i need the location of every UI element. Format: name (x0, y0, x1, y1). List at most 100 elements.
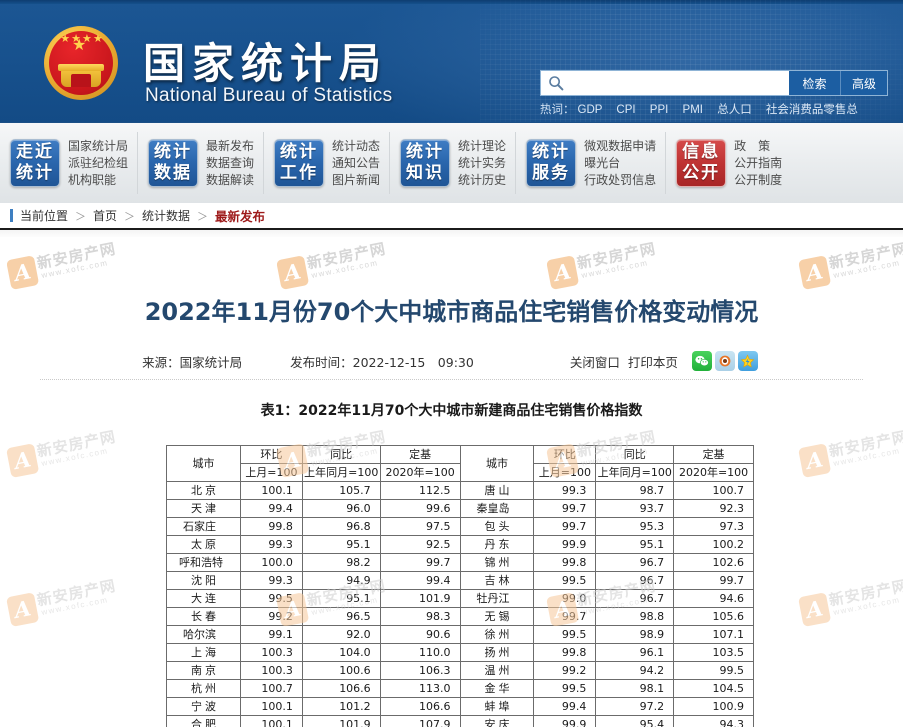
subheader-mom-base-right: 上月=100 (533, 463, 597, 482)
cell-mom-right-7: 99.7 (533, 607, 597, 626)
advanced-search-button[interactable]: 高级 (841, 71, 887, 95)
nav-link-data-2[interactable]: 数据解读 (206, 172, 254, 189)
cell-city-left-7: 长春 (166, 607, 241, 626)
watermark-logo-icon: A (276, 255, 310, 291)
article-source: 来源：国家统计局 (142, 354, 243, 370)
nav-badge-data[interactable]: 统计 数据 (148, 139, 199, 187)
nav-link-about-2[interactable]: 机构职能 (68, 172, 128, 189)
nav-link-service-0[interactable]: 微观数据申请 (584, 138, 656, 155)
nav-badge-disclosure[interactable]: 信息 公开 (676, 139, 727, 187)
watermark: A 新安房产网 www.xofc.com (5, 234, 128, 296)
nav-link-service-1[interactable]: 曝光台 (584, 155, 656, 172)
breadcrumb-separator-1: ＞ (75, 210, 87, 223)
hot-word-retail[interactable]: 社会消费品零售总 (766, 104, 858, 116)
nav-link-disclosure-0[interactable]: 政 策 (734, 138, 782, 155)
cell-fixed-left-4: 99.7 (379, 553, 461, 572)
cell-fixed-right-11: 104.5 (673, 679, 754, 698)
nav-badge-knowledge[interactable]: 统计 知识 (400, 139, 451, 187)
nav-badge-service-line1: 统计 (532, 142, 571, 162)
table-row: 哈尔滨 99.1 92.0 90.6 徐州 99.5 98.9 107.1 (166, 625, 754, 644)
weibo-share-icon[interactable] (714, 351, 735, 371)
nav-link-work-0[interactable]: 统计动态 (332, 138, 380, 155)
nav-badge-data-line2: 数据 (154, 163, 193, 183)
nav-link-knowledge-1[interactable]: 统计实务 (458, 155, 506, 172)
table-head: 城市 环比 同比 定基 城市 环比 同比 定基 上月=100 上年同月=100 … (166, 445, 754, 482)
close-window-button[interactable]: 关闭窗口 (570, 352, 620, 371)
cell-city-right-0: 唐山 (459, 481, 535, 500)
watermark-logo-icon: A (546, 255, 580, 291)
cell-yoy-left-3: 95.1 (301, 535, 381, 554)
cell-fixed-right-2: 97.3 (673, 517, 754, 536)
watermark-url: www.xofc.com (40, 258, 110, 280)
header-fixed-right: 定基 (673, 445, 754, 464)
cell-yoy-right-2: 95.3 (595, 517, 675, 536)
breadcrumb-item-home[interactable]: 首页 (93, 207, 117, 224)
cell-fixed-right-10: 99.5 (673, 661, 754, 680)
watermark-text: 新安房产网 (575, 239, 658, 273)
nav-link-service-2[interactable]: 行政处罚信息 (584, 172, 656, 189)
cell-yoy-right-13: 95.4 (595, 715, 675, 727)
cell-city-left-6: 大连 (166, 589, 241, 608)
cell-city-right-4: 锦州 (459, 553, 535, 572)
cell-yoy-right-9: 96.1 (595, 643, 675, 662)
hot-word-pmi[interactable]: PMI (683, 104, 703, 116)
nav-link-disclosure-1[interactable]: 公开指南 (734, 155, 782, 172)
cell-yoy-left-2: 96.8 (301, 517, 381, 536)
cell-fixed-left-7: 98.3 (379, 607, 461, 626)
cell-fixed-left-9: 110.0 (379, 643, 461, 662)
watermark-url: www.xofc.com (832, 446, 902, 468)
nav-link-about-1[interactable]: 派驻纪检组 (68, 155, 128, 172)
search-button[interactable]: 检索 (789, 71, 841, 95)
table-row: 石家庄 99.8 96.8 97.5 包头 99.7 95.3 97.3 (166, 517, 754, 536)
cell-fixed-right-7: 105.6 (673, 607, 754, 626)
nav-link-data-0[interactable]: 最新发布 (206, 138, 254, 155)
cell-yoy-right-6: 96.7 (595, 589, 675, 608)
cell-mom-left-6: 99.5 (239, 589, 303, 608)
cell-fixed-right-6: 94.6 (673, 589, 754, 608)
nav-link-disclosure-2[interactable]: 公开制度 (734, 172, 782, 189)
nav-link-work-2[interactable]: 图片新闻 (332, 172, 380, 189)
cell-mom-left-0: 100.1 (239, 481, 303, 500)
watermark-url: www.xofc.com (310, 258, 380, 280)
hot-words-label: 热词： (540, 104, 575, 116)
cell-city-left-3: 太原 (166, 535, 241, 554)
header-city-left: 城市 (166, 445, 241, 482)
hot-word-population[interactable]: 总人口 (717, 104, 752, 116)
nav-link-about-0[interactable]: 国家统计局 (68, 138, 128, 155)
cell-mom-right-6: 99.0 (533, 589, 597, 608)
nav-link-knowledge-0[interactable]: 统计理论 (458, 138, 506, 155)
cell-yoy-right-11: 98.1 (595, 679, 675, 698)
nav-badge-work[interactable]: 统计 工作 (274, 139, 325, 187)
search-input[interactable] (571, 71, 789, 95)
table-row: 呼和浩特 100.0 98.2 99.7 锦州 99.8 96.7 102.6 (166, 553, 754, 572)
table-row: 长春 99.2 96.5 98.3 无锡 99.7 98.8 105.6 (166, 607, 754, 626)
nav-link-data-1[interactable]: 数据查询 (206, 155, 254, 172)
cell-city-right-11: 金华 (459, 679, 535, 698)
qzone-share-icon[interactable] (737, 351, 758, 371)
nav-link-knowledge-2[interactable]: 统计历史 (458, 172, 506, 189)
cell-fixed-left-12: 106.6 (379, 697, 461, 716)
cell-yoy-right-0: 98.7 (595, 481, 675, 500)
search-bar: 检索 高级 (540, 70, 888, 96)
hot-word-gdp[interactable]: GDP (578, 104, 603, 116)
hot-word-ppi[interactable]: PPI (650, 104, 669, 116)
watermark-url: www.xofc.com (832, 258, 902, 280)
wechat-share-icon[interactable] (691, 351, 712, 371)
cell-mom-left-3: 99.3 (239, 535, 303, 554)
cell-city-right-2: 包头 (459, 517, 535, 536)
watermark-text: 新安房产网 (35, 427, 118, 461)
price-index-table: 城市 环比 同比 定基 城市 环比 同比 定基 上月=100 上年同月=100 … (166, 445, 754, 727)
breadcrumb-item-data[interactable]: 统计数据 (142, 207, 190, 224)
print-page-button[interactable]: 打印本页 (628, 352, 678, 371)
hot-word-cpi[interactable]: CPI (616, 104, 635, 116)
cell-mom-right-13: 99.9 (533, 715, 597, 727)
cell-city-left-1: 天津 (166, 499, 241, 518)
nav-badge-service[interactable]: 统计 服务 (526, 139, 577, 187)
cell-yoy-left-13: 101.9 (301, 715, 381, 727)
nav-badge-about[interactable]: 走近 统计 (10, 139, 60, 187)
nav-link-work-1[interactable]: 通知公告 (332, 155, 380, 172)
nav-group-data: 统计 数据 最新发布 数据查询 数据解读 (138, 132, 265, 194)
cell-fixed-right-8: 107.1 (673, 625, 754, 644)
cell-city-left-5: 沈阳 (166, 571, 241, 590)
cell-yoy-left-4: 98.2 (301, 553, 381, 572)
